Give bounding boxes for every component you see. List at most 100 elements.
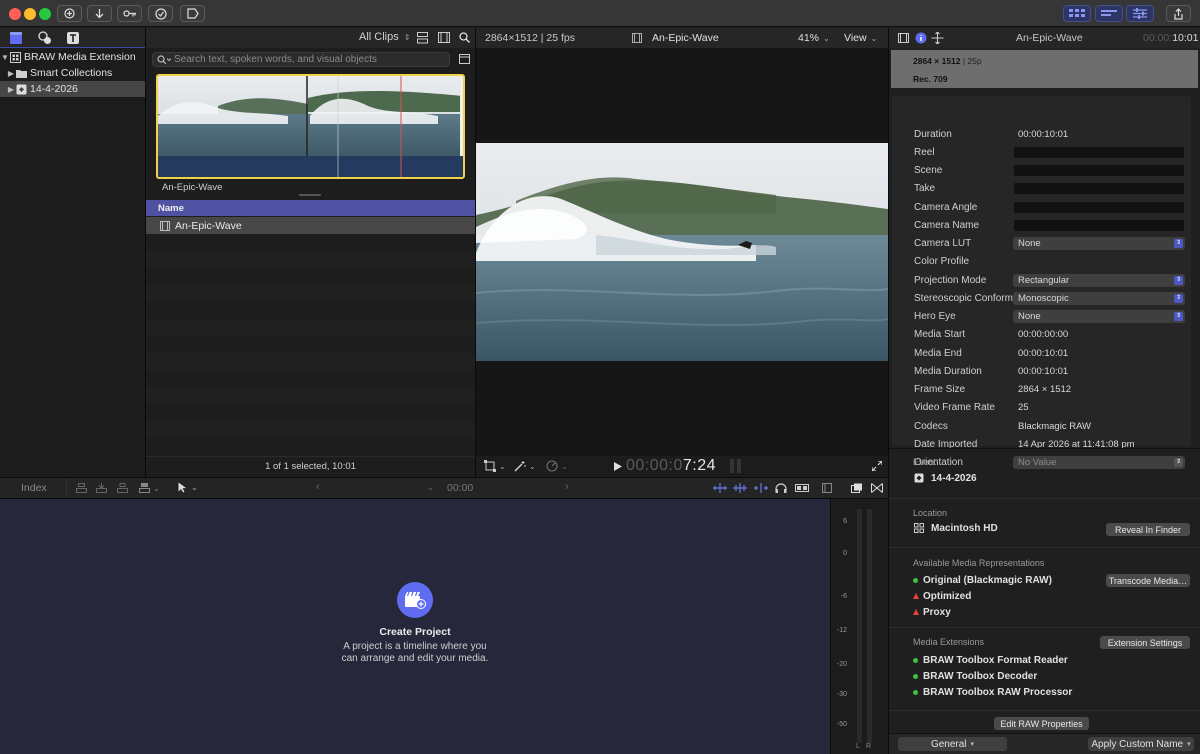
metadata-row-orientation: Orientation No Value ⇕ [893, 454, 1188, 472]
metadata-key: Hero Eye [914, 311, 956, 323]
fullscreen-button[interactable] [872, 461, 882, 471]
skimming-icon[interactable] [713, 483, 727, 493]
splitter-handle[interactable] [299, 194, 321, 196]
info-inspector-tab[interactable] [915, 32, 927, 44]
timeline-history-menu[interactable]: ⌄ [427, 483, 434, 492]
clip-filter-menu[interactable]: All Clips ⇕ [359, 31, 410, 43]
updown-chevron-icon: ⇕ [1174, 458, 1183, 468]
download-button[interactable] [87, 5, 112, 22]
metadata-value[interactable]: Rectangular ⇕ [1013, 273, 1185, 287]
video-frame[interactable] [476, 143, 888, 361]
metadata-value[interactable]: Monoscopic ⇕ [1013, 291, 1185, 305]
enhance-menu[interactable]: ⌄ [514, 460, 536, 472]
headphones-icon[interactable] [775, 483, 787, 493]
filter-window-button[interactable] [459, 54, 470, 64]
photos-audio-tab[interactable] [38, 31, 52, 45]
representation-proxy: Proxy [923, 607, 951, 618]
append-clip-icon[interactable] [117, 483, 128, 493]
metadata-row-scene: Scene [893, 162, 1188, 180]
audio-skimming-icon[interactable] [733, 483, 747, 493]
apply-custom-name-label: Apply Custom Name [1091, 738, 1184, 750]
zoom-window-button[interactable] [39, 8, 51, 20]
chevron-down-icon: ⌄ [191, 483, 198, 492]
metadata-value[interactable] [1013, 164, 1185, 178]
back-button[interactable]: ‹ [316, 481, 320, 493]
meter-scale-label: -6 [840, 593, 847, 600]
play-button[interactable] [614, 462, 622, 471]
timeline-toggle-button[interactable] [1095, 5, 1123, 22]
search-placeholder: Search text, spoken words, and visual ob… [174, 54, 377, 65]
library-icon [10, 51, 21, 63]
list-header[interactable]: Name [146, 200, 475, 216]
browser-toggle-button[interactable] [1063, 5, 1091, 22]
metadata-value[interactable] [1013, 218, 1185, 232]
metadata-value[interactable]: No Value ⇕ [1013, 456, 1185, 470]
search-toggle-button[interactable] [459, 32, 470, 43]
metadata-value[interactable]: None ⇕ [1013, 237, 1185, 251]
retime-menu[interactable]: ⌄ [546, 460, 568, 472]
share-button[interactable] [1166, 5, 1191, 22]
metadata-value: 00:00:10:01 [1013, 365, 1188, 378]
effects-browser-icon[interactable] [851, 483, 863, 493]
event-value: 14-4-2026 [931, 473, 977, 484]
metadata-row-projection-mode: Projection Mode Rectangular ⇕ [893, 271, 1188, 289]
edit-raw-properties-button[interactable]: Edit RAW Properties [994, 717, 1089, 730]
extension-settings-button[interactable]: Extension Settings [1100, 636, 1190, 649]
list-item[interactable]: An-Epic-Wave [146, 217, 475, 234]
tool-menu[interactable]: ⌄ [178, 482, 198, 493]
tag-button[interactable] [180, 5, 205, 22]
import-media-button[interactable] [57, 5, 82, 22]
connect-clip-icon[interactable] [76, 483, 87, 493]
reveal-in-finder-button[interactable]: Reveal In Finder [1106, 523, 1190, 536]
representation-optimized: Optimized [923, 591, 972, 602]
viewer-view-menu[interactable]: View ⌄ [844, 32, 877, 44]
video-inspector-tab[interactable] [898, 33, 909, 43]
inspector-mini-icon[interactable] [822, 483, 832, 493]
index-button[interactable]: Index [21, 482, 47, 494]
inspector-toggle-button[interactable] [1126, 5, 1154, 22]
minimize-window-button[interactable] [24, 8, 36, 20]
meter-scale-label: -20 [836, 661, 847, 668]
viewer-format-info: 2864×1512 | 25 fps [485, 32, 576, 44]
transform-menu[interactable]: ⌄ [484, 460, 506, 472]
transitions-browser-icon[interactable] [871, 483, 883, 493]
fullscreen-icon [872, 461, 882, 471]
sidebar-item-library[interactable]: ▼ BRAW Media Extension [0, 49, 145, 65]
clip-filmstrip[interactable] [156, 74, 465, 179]
clip-appearance-button[interactable] [417, 32, 428, 44]
metadata-value[interactable] [1013, 200, 1185, 214]
create-project-button[interactable] [397, 582, 433, 618]
metadata-row-date-imported: Date Imported 14 Apr 2026 at 11:41:08 pm [893, 435, 1188, 453]
overwrite-menu[interactable]: ⌄ [139, 483, 160, 493]
grid-icon [1069, 9, 1085, 17]
sidebar-item-smart-collections[interactable]: ▶ Smart Collections [0, 65, 145, 81]
disclosure-open-icon[interactable]: ▼ [0, 53, 10, 62]
sidebar-item-event[interactable]: ▶ 14-4-2026 [0, 81, 145, 97]
clip-appearance-icon[interactable] [795, 484, 809, 492]
status-available-icon [913, 690, 918, 695]
libraries-tab[interactable] [9, 31, 23, 45]
forward-button[interactable]: › [565, 481, 569, 493]
titles-generators-tab[interactable] [66, 31, 80, 45]
share-inspector-tab[interactable] [931, 32, 944, 44]
viewer-zoom-menu[interactable]: 41% ⌄ [798, 32, 830, 44]
metadata-value[interactable] [1013, 182, 1185, 196]
search-field[interactable]: Search text, spoken words, and visual ob… [152, 52, 450, 67]
solo-icon[interactable] [754, 483, 768, 493]
transcode-media-button[interactable]: Transcode Media… [1106, 574, 1190, 587]
photos-music-icon [38, 31, 51, 44]
disclosure-closed-icon[interactable]: ▶ [6, 85, 16, 94]
metadata-value[interactable] [1013, 145, 1185, 159]
keywords-button[interactable] [117, 5, 142, 22]
insert-clip-icon[interactable] [96, 483, 107, 493]
metadata-view-menu[interactable]: General ▾ [898, 737, 1007, 751]
filmstrip-view-button[interactable] [438, 32, 450, 43]
background-tasks-button[interactable] [148, 5, 173, 22]
apply-custom-name-menu[interactable]: Apply Custom Name ▾ [1088, 737, 1194, 751]
chevron-down-icon: ▾ [1187, 741, 1191, 748]
metadata-value[interactable]: None ⇕ [1013, 310, 1185, 324]
close-window-button[interactable] [9, 8, 21, 20]
disclosure-closed-icon[interactable]: ▶ [6, 69, 16, 78]
arrow-down-icon [95, 9, 104, 19]
viewer-timecode[interactable]: 00:00:07:24 [626, 457, 716, 475]
